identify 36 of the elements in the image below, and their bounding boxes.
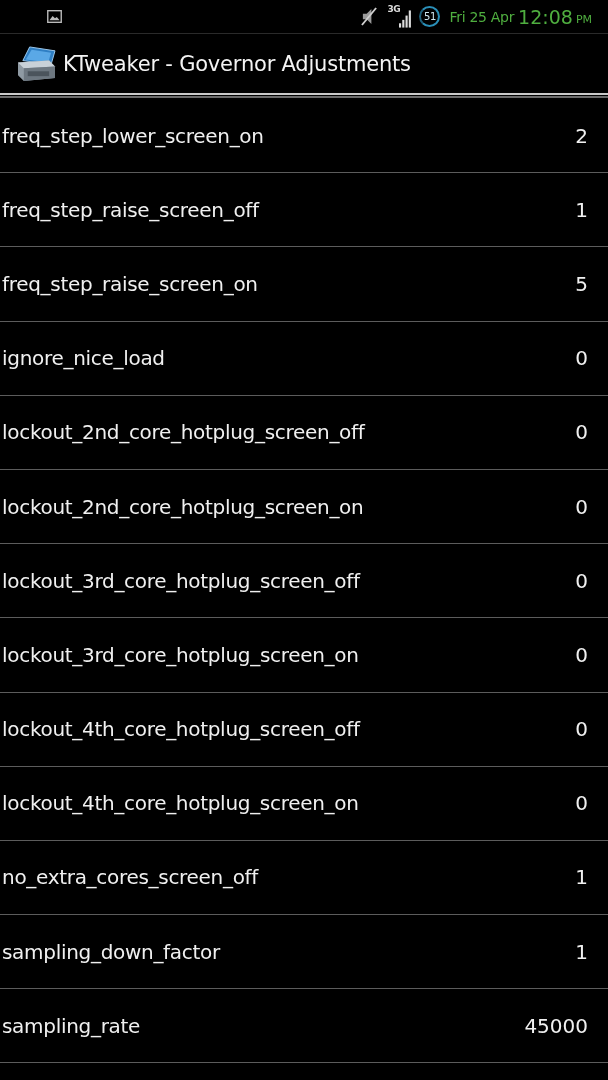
setting-name: lockout_3rd_core_hotplug_screen_on	[2, 642, 359, 667]
setting-value: 0	[575, 346, 588, 371]
setting-name: freq_step_lower_screen_on	[2, 123, 264, 148]
setting-name: freq_step_raise_screen_off	[2, 197, 259, 222]
setting-value: 0	[575, 642, 588, 667]
setting-value: 0	[575, 568, 588, 593]
setting-value: 0	[575, 420, 588, 445]
status-meridiem: PM	[575, 12, 592, 26]
setting-value: 5	[575, 271, 588, 296]
network-type: 3G	[387, 4, 401, 14]
setting-name: lockout_2nd_core_hotplug_screen_on	[2, 494, 364, 519]
setting-value: 1	[575, 939, 588, 964]
setting-value: 0	[575, 494, 588, 519]
status-time: 12:08	[518, 5, 573, 28]
setting-value: 2	[575, 123, 588, 148]
app-title: KTweaker - Governor Adjustments	[63, 51, 411, 76]
setting-value: 0	[575, 717, 588, 742]
setting-name: lockout_2nd_core_hotplug_screen_off	[2, 420, 365, 445]
setting-name: lockout_4th_core_hotplug_screen_on	[2, 791, 359, 816]
picture-icon	[47, 10, 62, 23]
setting-name: no_extra_cores_screen_off	[2, 865, 259, 890]
setting-name: sampling_rate	[2, 1013, 141, 1038]
battery-indicator: 51	[419, 6, 441, 27]
setting-name: lockout_3rd_core_hotplug_screen_off	[2, 568, 360, 593]
setting-name: lockout_4th_core_hotplug_screen_off	[2, 717, 360, 742]
setting-name: freq_step_raise_screen_on	[2, 271, 258, 296]
setting-value: 1	[575, 197, 588, 222]
muted-speaker-icon	[361, 7, 379, 26]
signal-icon	[399, 9, 412, 28]
setting-value: 0	[575, 791, 588, 816]
setting-value: 45000	[524, 1013, 588, 1038]
toolbox-icon	[16, 45, 57, 82]
status-date: Fri 25 Apr	[449, 8, 515, 25]
setting-name: ignore_nice_load	[2, 346, 165, 371]
setting-name: sampling_down_factor	[2, 939, 220, 964]
setting-value: 1	[575, 865, 588, 890]
